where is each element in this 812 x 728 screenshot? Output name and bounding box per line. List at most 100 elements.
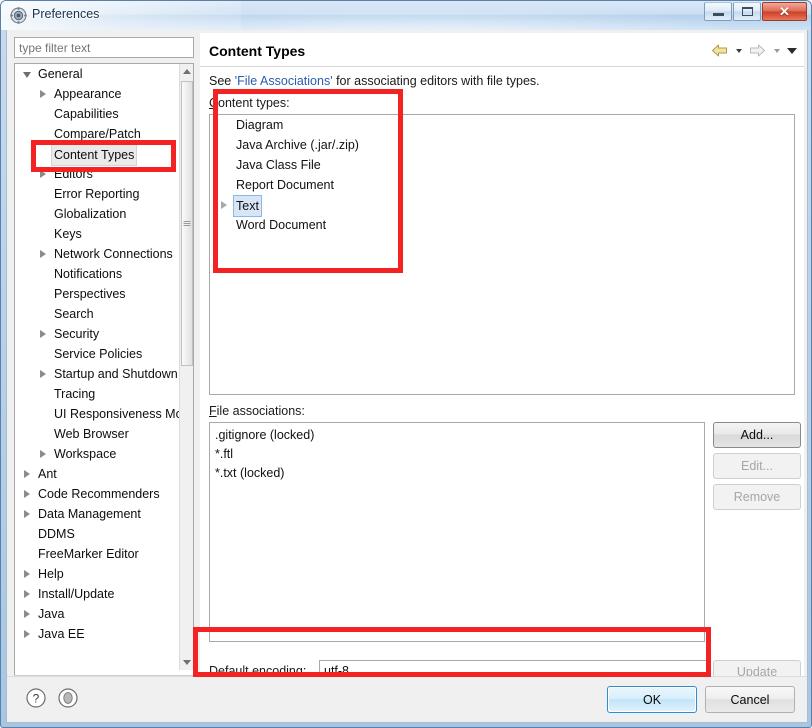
- view-menu-icon[interactable]: [785, 41, 798, 60]
- file-association-item[interactable]: *.ftl: [212, 445, 704, 464]
- help-question-icon[interactable]: ?: [25, 687, 47, 709]
- sidebar-item-label: Notifications: [54, 267, 123, 281]
- chevron-right-icon[interactable]: [39, 250, 48, 259]
- file-association-item[interactable]: .gitignore (locked): [212, 426, 704, 445]
- sidebar-item-data-management[interactable]: Data Management: [15, 504, 181, 524]
- sidebar-item-workspace[interactable]: Workspace: [15, 444, 181, 464]
- chevron-right-icon[interactable]: [23, 470, 32, 479]
- scroll-up-arrow-icon[interactable]: [180, 64, 193, 79]
- content-type-label: Diagram: [236, 118, 284, 132]
- sidebar-item-startup-and-shutdown[interactable]: Startup and Shutdown: [15, 364, 181, 384]
- sidebar-item-content-types[interactable]: Content Types: [15, 144, 181, 166]
- file-association-item[interactable]: *.txt (locked): [212, 464, 704, 483]
- chevron-right-icon[interactable]: [23, 490, 32, 499]
- sidebar-item-label: Error Reporting: [54, 187, 140, 201]
- cancel-button[interactable]: Cancel: [705, 686, 795, 713]
- chevron-right-icon[interactable]: [220, 201, 229, 210]
- tree-scrollbar-thumb[interactable]: [181, 81, 193, 366]
- content-type-item[interactable]: Word Document: [210, 215, 794, 235]
- sidebar-item-label: Service Policies: [54, 347, 143, 361]
- sidebar-item-compare-patch[interactable]: Compare/Patch: [15, 124, 181, 144]
- sidebar-item-network-connections[interactable]: Network Connections: [15, 244, 181, 264]
- ok-button[interactable]: OK: [607, 686, 697, 713]
- content-type-item[interactable]: Diagram: [210, 115, 794, 135]
- forward-arrow-icon: [747, 41, 768, 60]
- maximize-icon: [741, 7, 753, 16]
- sidebar-item-capabilities[interactable]: Capabilities: [15, 104, 181, 124]
- dialog-client-area: General Appearance Capabilities Compare/Pat…: [6, 30, 808, 723]
- back-history-chevron-down-icon[interactable]: [732, 41, 745, 60]
- sidebar-item-freemarker-editor[interactable]: FreeMarker Editor: [15, 544, 181, 564]
- content-types-label: Content types:: [209, 96, 290, 110]
- sidebar-item-globalization[interactable]: Globalization: [15, 204, 181, 224]
- sidebar-item-ant[interactable]: Ant: [15, 464, 181, 484]
- chevron-right-icon[interactable]: [39, 90, 48, 99]
- sidebar-item-label: UI Responsiveness Monitoring: [54, 407, 181, 421]
- sidebar-item-java[interactable]: Java: [15, 604, 181, 624]
- edit-button: Edit...: [713, 453, 801, 479]
- chevron-right-icon[interactable]: [39, 450, 48, 459]
- sidebar-item-security[interactable]: Security: [15, 324, 181, 344]
- content-type-label: Java Archive (.jar/.zip): [236, 138, 359, 152]
- sidebar-item-java-ee[interactable]: Java EE: [15, 624, 181, 644]
- sidebar-item-install-update[interactable]: Install/Update: [15, 584, 181, 604]
- sidebar-item-label: Appearance: [54, 87, 122, 101]
- tree-vertical-scrollbar[interactable]: [179, 64, 193, 670]
- sidebar-item-service-policies[interactable]: Service Policies: [15, 344, 181, 364]
- sidebar-item-perspectives[interactable]: Perspectives: [15, 284, 181, 304]
- sidebar-item-error-reporting[interactable]: Error Reporting: [15, 184, 181, 204]
- chevron-right-icon[interactable]: [23, 570, 32, 579]
- sidebar-item-label: Web Browser: [54, 427, 129, 441]
- filter-input[interactable]: [14, 37, 194, 58]
- back-arrow-icon[interactable]: [709, 41, 730, 60]
- sidebar-item-editors[interactable]: Editors: [15, 164, 181, 184]
- sidebar-item-keys[interactable]: Keys: [15, 224, 181, 244]
- close-icon: ✕: [779, 4, 790, 19]
- sidebar-item-ddms[interactable]: DDMS: [15, 524, 181, 544]
- sidebar-item-tracing[interactable]: Tracing: [15, 384, 181, 404]
- chevron-down-icon[interactable]: [23, 70, 32, 79]
- chevron-right-icon[interactable]: [23, 610, 32, 619]
- content-type-item[interactable]: Java Class File: [210, 155, 794, 175]
- sidebar-item-label: Help: [38, 567, 64, 581]
- sidebar-item-label: Startup and Shutdown: [54, 367, 178, 381]
- file-associations-list[interactable]: .gitignore (locked) *.ftl *.txt (locked): [209, 422, 705, 642]
- file-associations-helper-text: See 'File Associations' for associating …: [209, 74, 540, 88]
- scroll-down-arrow-icon[interactable]: [180, 655, 193, 670]
- sidebar-item-notifications[interactable]: Notifications: [15, 264, 181, 284]
- chevron-right-icon[interactable]: [23, 630, 32, 639]
- content-type-item[interactable]: Report Document: [210, 175, 794, 195]
- sidebar-item-label: Workspace: [54, 447, 117, 461]
- sidebar-item-code-recommenders[interactable]: Code Recommenders: [15, 484, 181, 504]
- sidebar-item-help[interactable]: Help: [15, 564, 181, 584]
- chevron-right-icon[interactable]: [23, 510, 32, 519]
- chevron-right-icon[interactable]: [39, 370, 48, 379]
- sidebar-item-search[interactable]: Search: [15, 304, 181, 324]
- content-type-item[interactable]: Java Archive (.jar/.zip): [210, 135, 794, 155]
- title-bar[interactable]: Preferences ✕: [1, 1, 811, 30]
- preferences-gear-icon: [10, 7, 27, 24]
- close-button[interactable]: ✕: [762, 2, 807, 21]
- content-type-item[interactable]: Text: [210, 195, 794, 217]
- sidebar-item-label: Network Connections: [54, 247, 173, 261]
- chevron-right-icon[interactable]: [39, 330, 48, 339]
- remove-button: Remove: [713, 484, 801, 510]
- add-button[interactable]: Add...: [713, 422, 801, 448]
- preferences-tree[interactable]: General Appearance Capabilities Compare/Pat…: [15, 64, 181, 670]
- sidebar-item-ui-responsiveness-monitoring[interactable]: UI Responsiveness Monitoring: [15, 404, 181, 424]
- sidebar-item-label: Compare/Patch: [54, 127, 141, 141]
- shell-circle-icon[interactable]: [57, 687, 79, 709]
- content-types-list[interactable]: Diagram Java Archive (.jar/.zip) Java Clas…: [209, 114, 795, 395]
- file-associations-link[interactable]: 'File Associations': [235, 74, 333, 88]
- sidebar-item-label: Install/Update: [38, 587, 115, 601]
- helper-prefix: See: [209, 74, 235, 88]
- sidebar-item-label: FreeMarker Editor: [38, 547, 139, 561]
- sidebar-item-web-browser[interactable]: Web Browser: [15, 424, 181, 444]
- helper-suffix: for associating editors with file types.: [332, 74, 540, 88]
- sidebar-item-appearance[interactable]: Appearance: [15, 84, 181, 104]
- minimize-button[interactable]: [704, 2, 732, 21]
- chevron-right-icon[interactable]: [39, 170, 48, 179]
- sidebar-item-general[interactable]: General: [15, 64, 181, 84]
- chevron-right-icon[interactable]: [23, 590, 32, 599]
- maximize-button[interactable]: [733, 2, 761, 21]
